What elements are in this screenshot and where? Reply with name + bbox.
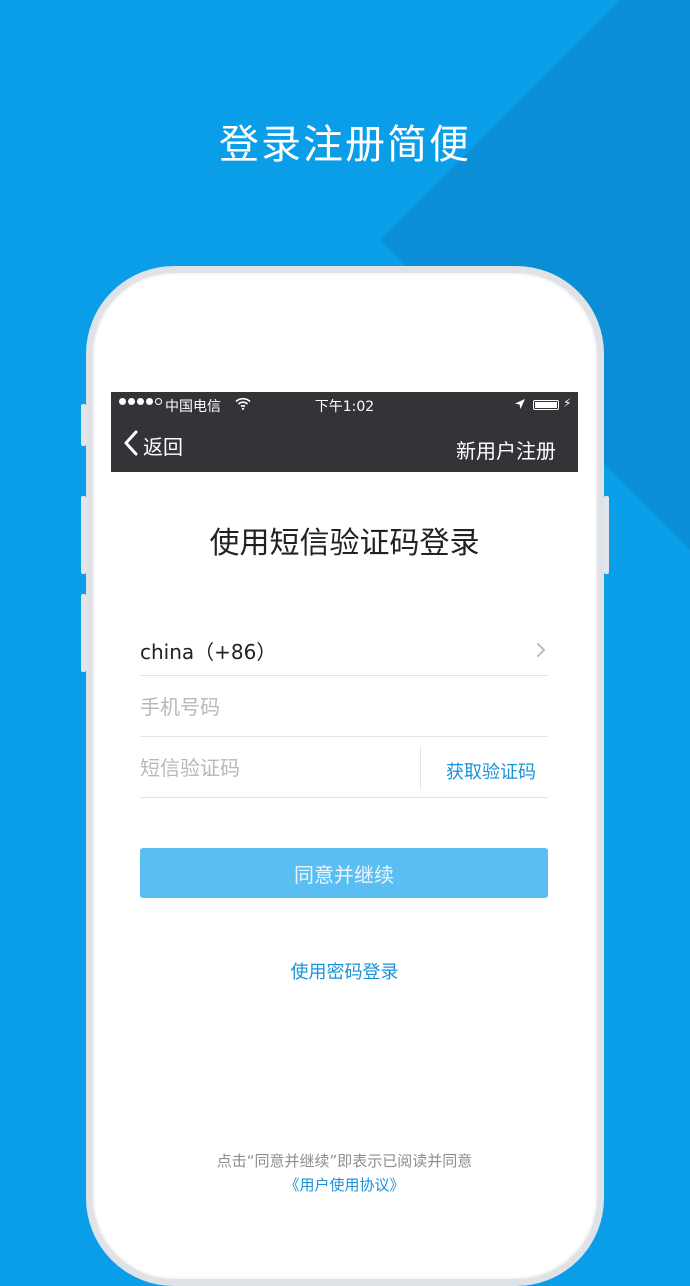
- phone-number-input[interactable]: [140, 691, 400, 723]
- country-code-label: china（+86）: [140, 640, 277, 664]
- back-button-label: 返回: [143, 434, 183, 459]
- phone-power-button: [604, 496, 609, 574]
- password-login-link[interactable]: 使用密码登录: [111, 958, 578, 984]
- charging-bolt-icon: ⚡: [563, 396, 572, 410]
- phone-number-row: [140, 677, 548, 737]
- new-user-register-link[interactable]: 新用户注册: [456, 435, 556, 464]
- location-arrow-icon: [514, 398, 526, 414]
- nav-bar: 返回 新用户注册: [111, 418, 578, 472]
- user-agreement-link[interactable]: 《用户使用协议》: [111, 1174, 578, 1195]
- chevron-left-icon: [123, 430, 139, 460]
- status-bar: 中国电信 下午1:02 ⚡: [111, 392, 578, 418]
- chevron-right-icon: [536, 642, 546, 662]
- agreement-notice: 点击“同意并继续”即表示已阅读并同意: [216, 1152, 473, 1170]
- sms-code-row: 获取验证码: [140, 738, 548, 798]
- back-button[interactable]: 返回: [123, 430, 183, 460]
- battery-icon: [533, 400, 559, 410]
- page-title: 使用短信验证码登录: [209, 526, 480, 561]
- field-divider: [420, 746, 421, 790]
- phone-screen: 中国电信 下午1:02 ⚡ 返回 新用户注册 使用短信验证码登录 china（+…: [111, 392, 578, 1227]
- sms-code-input[interactable]: [140, 752, 400, 784]
- agree-continue-button[interactable]: 同意并继续: [140, 848, 548, 898]
- promo-headline: 登录注册简便: [219, 122, 471, 168]
- country-selector[interactable]: china（+86）: [140, 616, 548, 676]
- get-code-button[interactable]: 获取验证码: [446, 758, 536, 784]
- status-time: 下午1:02: [314, 399, 375, 415]
